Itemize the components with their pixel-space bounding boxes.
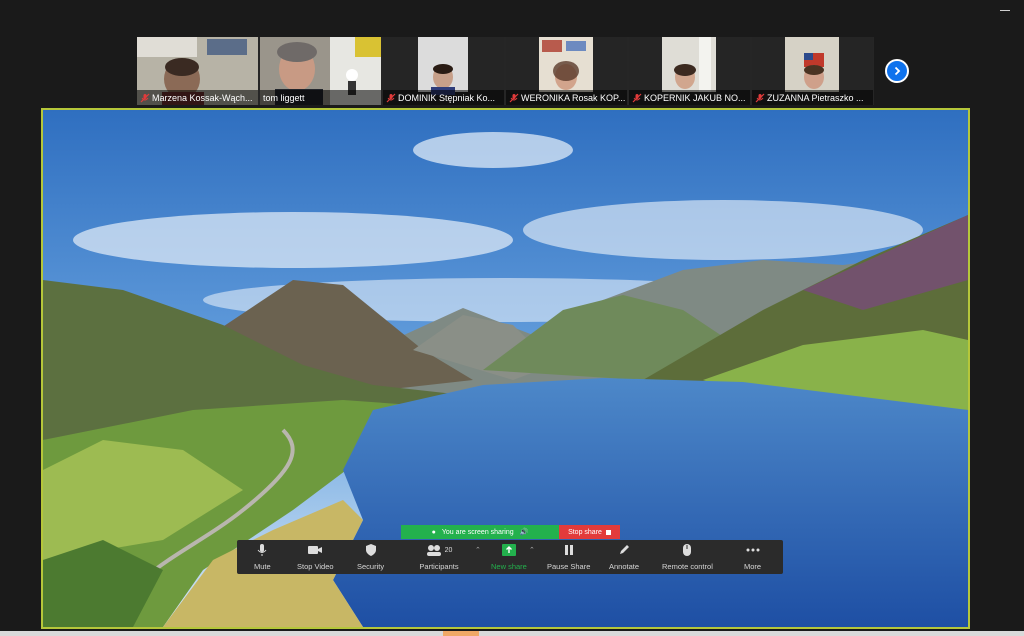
stop-video-label: Stop Video	[297, 562, 334, 571]
mute-button[interactable]: Mute	[254, 542, 271, 572]
shield-icon	[363, 542, 379, 558]
participant-tile[interactable]: WERONIKA Rosak KOP...	[506, 37, 627, 105]
chevron-up-icon[interactable]: ⌃	[529, 546, 535, 554]
pause-icon	[561, 542, 577, 558]
participants-button[interactable]: 20 Participants	[419, 542, 459, 572]
mic-muted-icon	[632, 93, 642, 102]
participant-tile[interactable]: KOPERNIK JAKUB NO...	[629, 37, 750, 105]
microphone-icon	[254, 542, 270, 558]
new-share-label: New share	[491, 562, 527, 571]
security-label: Security	[357, 562, 385, 571]
participant-name: DOMINIK Stępniak Ko...	[398, 92, 496, 103]
more-dots-icon	[745, 542, 761, 558]
minimize-icon[interactable]	[1000, 10, 1010, 11]
shield-icon: ●	[431, 528, 436, 536]
next-page-button[interactable]	[885, 59, 909, 83]
participant-strip: Marzena Kossak-Wąch... tom liggett DOMIN…	[137, 37, 874, 105]
taskbar-highlight	[443, 631, 479, 636]
mic-muted-icon	[386, 93, 396, 102]
screen-sharing-banner: ● You are screen sharing 🔊 Stop share	[401, 525, 620, 539]
pause-share-button[interactable]: Pause Share	[547, 542, 590, 572]
annotate-label: Annotate	[609, 562, 640, 571]
remote-control-button[interactable]: Remote control	[662, 542, 713, 572]
pause-share-label: Pause Share	[547, 562, 591, 571]
participant-name: Marzena Kossak-Wąch...	[152, 92, 253, 103]
participants-icon: 20	[419, 542, 459, 558]
participant-tile[interactable]: DOMINIK Stępniak Ko...	[383, 37, 504, 105]
participant-name: ZUZANNA Pietraszko ...	[767, 92, 864, 103]
mute-label: Mute	[254, 562, 271, 571]
audio-icon: 🔊	[519, 529, 529, 536]
sharing-text: You are screen sharing	[441, 528, 514, 536]
remote-control-label: Remote control	[662, 562, 713, 571]
mic-muted-icon	[140, 93, 150, 102]
participants-label: Participants	[419, 562, 459, 571]
security-button[interactable]: Security	[357, 542, 384, 572]
share-screen-icon	[501, 542, 517, 558]
meeting-toolbar: Mute Stop Video Security 20 Participants…	[237, 540, 783, 574]
stop-video-button[interactable]: Stop Video	[297, 542, 334, 572]
more-label: More	[744, 562, 762, 571]
sharing-status: ● You are screen sharing 🔊	[401, 525, 559, 539]
new-share-button[interactable]: New share	[491, 542, 527, 572]
participant-tile[interactable]: ZUZANNA Pietraszko ...	[752, 37, 873, 105]
mouse-icon	[679, 542, 695, 558]
participant-name: KOPERNIK JAKUB NO...	[644, 92, 746, 103]
participant-tile[interactable]: Marzena Kossak-Wąch...	[137, 37, 258, 105]
video-camera-icon	[307, 542, 323, 558]
participant-tile-active-speaker[interactable]: tom liggett	[260, 37, 381, 105]
participant-name: WERONIKA Rosak KOP...	[521, 92, 626, 103]
mic-muted-icon	[755, 93, 765, 102]
annotate-button[interactable]: Annotate	[609, 542, 639, 572]
participants-count: 20	[444, 546, 453, 554]
taskbar-strip	[0, 631, 1024, 636]
participant-name: tom liggett	[263, 92, 305, 103]
chevron-right-icon	[894, 66, 901, 76]
stop-share-button[interactable]: Stop share	[559, 525, 620, 539]
pencil-icon	[616, 542, 632, 558]
chevron-up-icon[interactable]: ⌃	[475, 546, 481, 554]
more-button[interactable]: More	[744, 542, 761, 572]
mic-muted-icon	[509, 93, 519, 102]
stop-share-label: Stop share	[568, 528, 602, 536]
stop-icon	[605, 529, 611, 535]
